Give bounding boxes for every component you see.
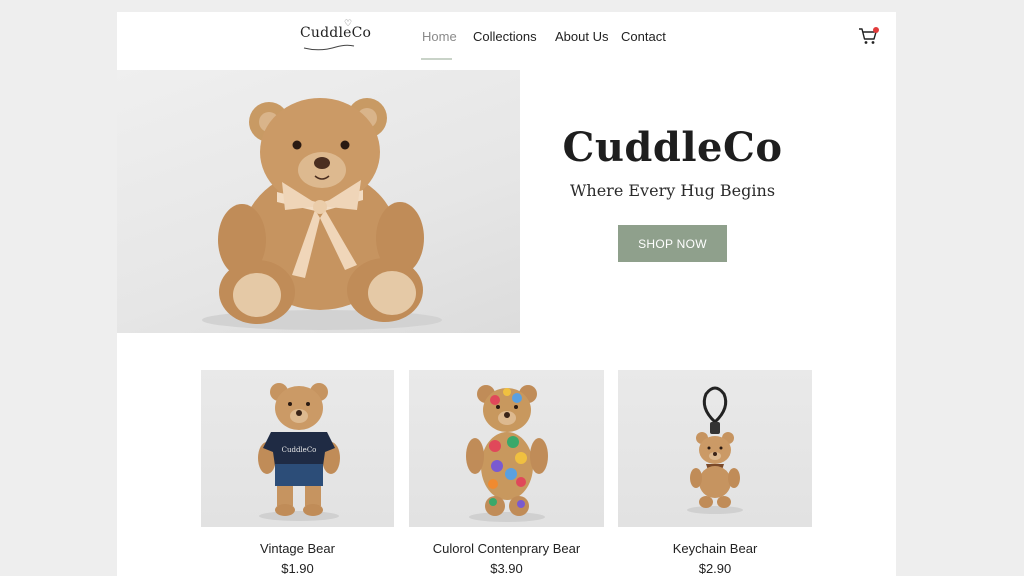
product-price: $3.90 [490,561,523,576]
patchwork-bear-illustration [466,385,548,522]
product-card[interactable]: CuddleCo Vintage Bear $1.90 [201,370,394,576]
product-card[interactable]: Culorol Contenprary Bear $3.90 [409,370,604,576]
cart-button[interactable] [858,26,880,46]
main-nav: Home Collections About Us Contact [117,29,896,60]
nav-about-us[interactable]: About Us [555,29,608,44]
svg-text:CuddleCo: CuddleCo [282,446,317,454]
site-header: CuddleCo ♡ Home Collections About Us Con… [117,12,896,70]
product-name[interactable]: Culorol Contenprary Bear [409,541,604,556]
cart-badge [873,27,879,33]
hero-image [117,70,520,333]
hero-subtitle: Where Every Hug Begins [569,181,776,200]
product-name[interactable]: Vintage Bear [201,541,394,556]
product-image[interactable]: CuddleCo [201,370,394,527]
nav-collections[interactable]: Collections [473,29,537,44]
page: CuddleCo ♡ Home Collections About Us Con… [117,12,896,576]
keychain-bear-illustration [687,386,743,514]
heart-icon: ♡ [344,19,353,29]
bear-in-shirt-illustration: CuddleCo [258,383,340,521]
product-price: $2.90 [698,561,732,576]
shop-now-button[interactable]: SHOP NOW [618,225,727,262]
active-nav-indicator [421,58,452,60]
nav-contact[interactable]: Contact [621,29,666,44]
product-price: $1.90 [281,561,314,576]
product-name[interactable]: Keychain Bear [618,541,812,556]
product-image[interactable] [618,370,812,527]
teddy-bear-ribbon-illustration [202,98,442,330]
product-card[interactable]: Keychain Bear $2.90 [618,370,812,576]
nav-home[interactable]: Home [422,29,457,44]
product-image[interactable] [409,370,604,527]
hero-title: CuddleCo [562,124,783,171]
